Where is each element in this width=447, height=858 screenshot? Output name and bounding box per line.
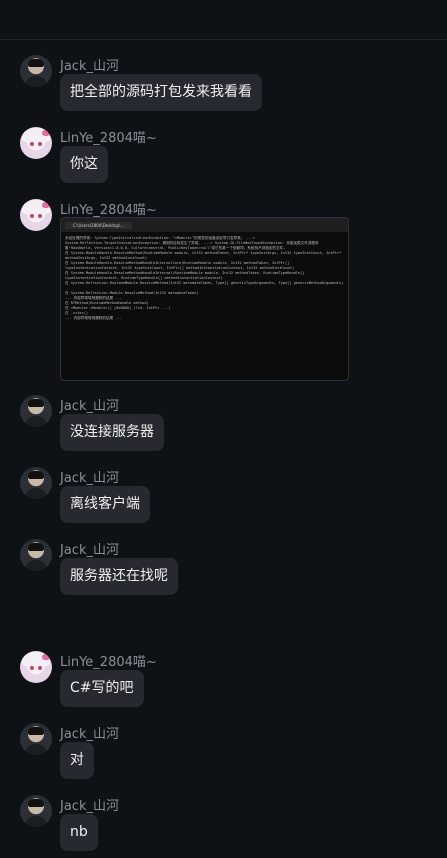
sender-name: Jack_山河 <box>60 799 119 814</box>
avatar[interactable] <box>20 539 52 571</box>
avatar[interactable] <box>20 723 52 755</box>
terminal-line: 未经处理的异常: System.TypeInitializationExcept… <box>65 236 319 250</box>
sender-name: LinYe_2804喵~ <box>60 131 157 146</box>
sender-name: Jack_山河 <box>60 471 119 486</box>
sender-name: Jack_山河 <box>60 399 119 414</box>
message-bubble[interactable]: 把全部的源码打包发来我看看 <box>60 74 262 111</box>
terminal-tab: C:\Users\2804\Desktop\... <box>65 221 133 229</box>
avatar[interactable] <box>20 467 52 499</box>
terminal-line: 在 System.Reflection.RuntimeModule.Resolv… <box>65 281 344 285</box>
avatar[interactable] <box>20 795 52 827</box>
terminal-line: 在 System.ModuleHandle.ResolveMethodHandl… <box>65 271 305 280</box>
sender-name: LinYe_2804喵~ <box>60 203 157 218</box>
avatar[interactable] <box>20 199 52 231</box>
message-bubble[interactable]: nb <box>60 814 98 851</box>
message-bubble[interactable]: 服务器还在找呢 <box>60 558 178 595</box>
screenshot-image[interactable]: C:\Users\2804\Desktop\... 未经处理的异常: Syste… <box>60 217 349 381</box>
message-bubble[interactable]: 没连接服务器 <box>60 414 164 451</box>
avatar[interactable] <box>20 395 52 427</box>
sender-name: Jack_山河 <box>60 727 119 742</box>
terminal-line: 在 System.ModuleHandle.ResolveMethod(Runt… <box>65 251 342 260</box>
message-bubble[interactable]: 你这 <box>60 146 108 183</box>
avatar[interactable] <box>20 651 52 683</box>
sender-name: Jack_山河 <box>60 59 119 74</box>
terminal-line: --- 内部异常堆栈跟踪的结尾 --- <box>65 316 122 320</box>
message-bubble[interactable]: 对 <box>60 742 94 779</box>
message-bubble[interactable]: 离线客户端 <box>60 486 150 523</box>
avatar[interactable] <box>20 55 52 87</box>
chat-header <box>0 0 447 40</box>
message-bubble[interactable]: C#写的吧 <box>60 670 144 707</box>
sender-name: LinYe_2804喵~ <box>60 655 157 670</box>
terminal-tabbar: C:\Users\2804\Desktop\... <box>61 218 348 232</box>
sender-name: Jack_山河 <box>60 543 119 558</box>
avatar[interactable] <box>20 127 52 159</box>
terminal-line: 在 System.ModuleHandle.ResolveMethodHandl… <box>65 261 295 270</box>
terminal-output: 未经处理的异常: System.TypeInitializationExcept… <box>61 232 348 325</box>
